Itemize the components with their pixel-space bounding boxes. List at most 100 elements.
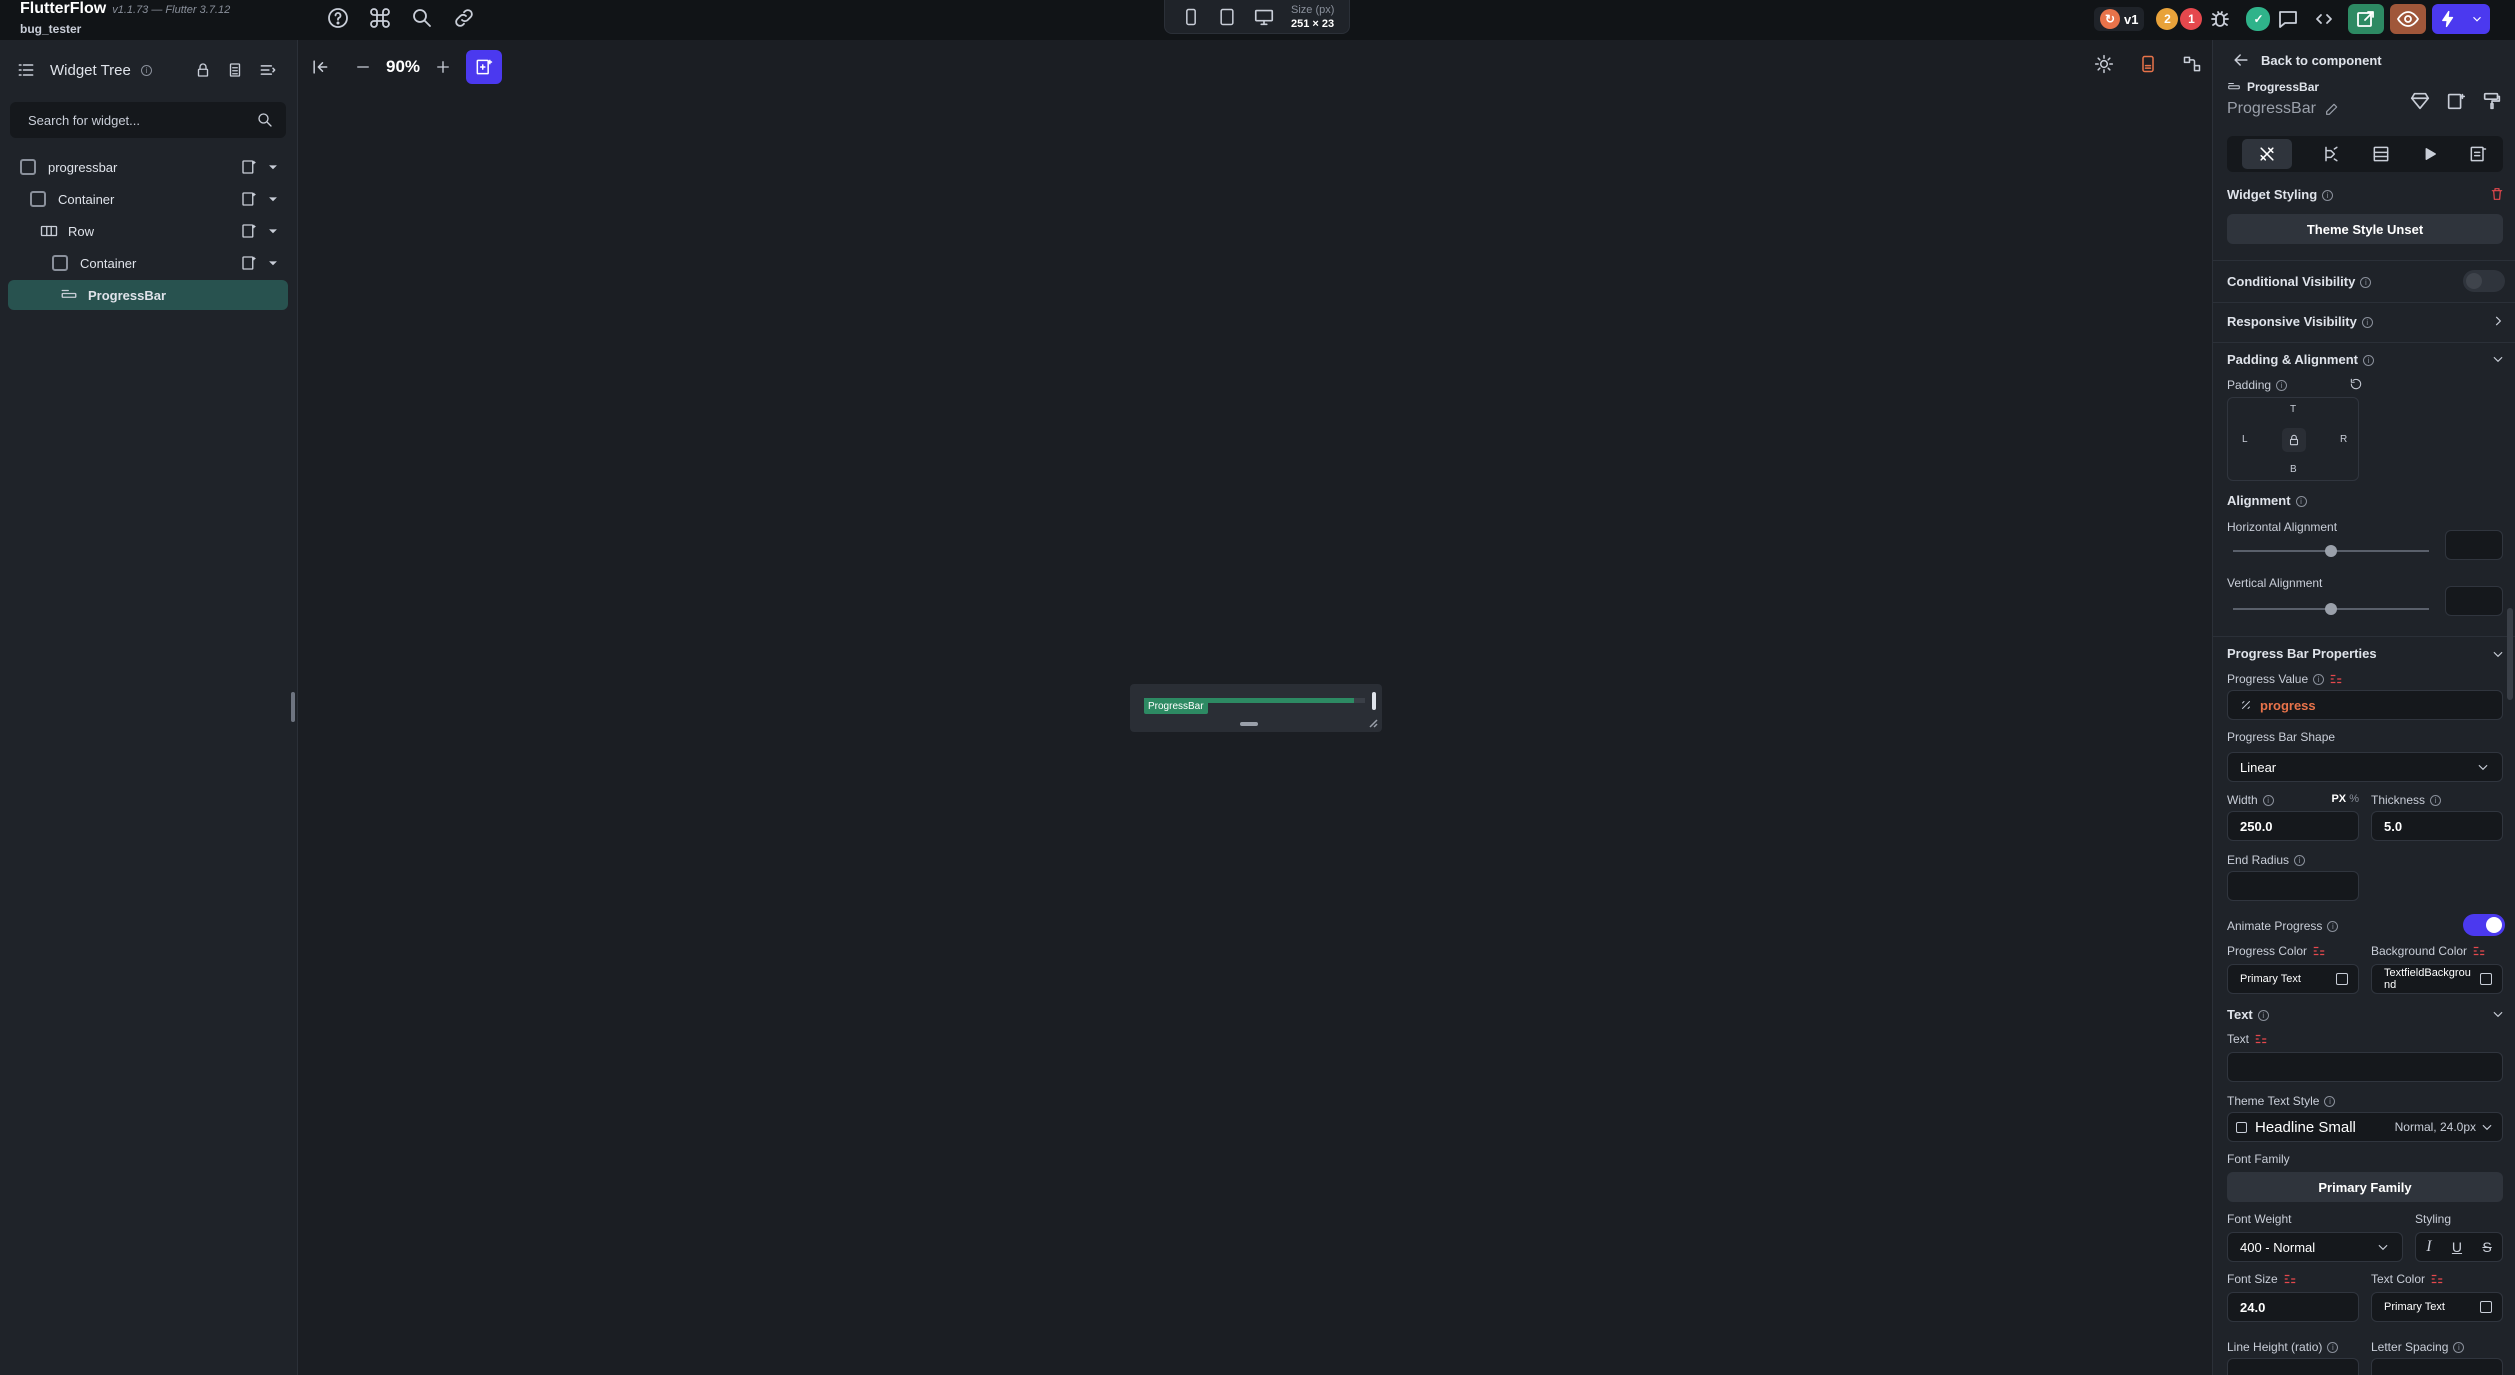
gem-icon[interactable] xyxy=(2409,90,2431,112)
color-swatch[interactable] xyxy=(2480,973,2492,985)
layout-icon[interactable] xyxy=(2182,54,2202,74)
end-radius-field[interactable] xyxy=(2227,871,2359,901)
bug-icon[interactable] xyxy=(2208,7,2232,31)
clear-variable-icon[interactable] xyxy=(2240,699,2252,711)
width-field[interactable]: 250.0 xyxy=(2227,811,2359,841)
tab-backend-icon[interactable] xyxy=(2371,144,2391,164)
theme-text-style-select[interactable]: Headline Small Normal, 24.0px xyxy=(2227,1112,2503,1142)
variable-icon[interactable] xyxy=(2283,1273,2297,1285)
info-icon[interactable]: i xyxy=(2294,854,2306,866)
resize-handle-right[interactable] xyxy=(1372,692,1376,710)
reset-icon[interactable] xyxy=(2349,377,2363,391)
letter-spacing-field[interactable] xyxy=(2371,1358,2503,1375)
collapse-icon[interactable] xyxy=(258,60,278,80)
progress-bar-properties-header[interactable]: Progress Bar Properties xyxy=(2227,646,2505,661)
tree-item-progressbar[interactable]: progressbar xyxy=(8,152,288,182)
font-size-field[interactable]: 24.0 xyxy=(2227,1292,2359,1322)
widget-search[interactable] xyxy=(10,102,286,138)
search-icon[interactable] xyxy=(410,6,434,30)
info-icon[interactable]: i xyxy=(2324,1095,2336,1107)
padding-left[interactable]: L xyxy=(2242,434,2248,445)
conditional-visibility-toggle[interactable] xyxy=(2463,270,2505,292)
unit-percent[interactable]: % xyxy=(2349,793,2359,805)
variable-icon[interactable] xyxy=(2430,1273,2444,1285)
add-widget-icon[interactable] xyxy=(240,158,258,176)
italic-icon[interactable]: I xyxy=(2426,1238,2431,1256)
collapse-panel-icon[interactable] xyxy=(310,57,330,77)
project-name[interactable]: bug_tester xyxy=(20,22,230,36)
info-icon[interactable]: i xyxy=(2361,316,2373,328)
link-icon[interactable] xyxy=(452,6,476,30)
lock-icon[interactable] xyxy=(194,61,212,79)
info-icon[interactable]: i xyxy=(2453,1341,2465,1353)
info-icon[interactable]: i xyxy=(2327,1341,2339,1353)
chevron-down-icon[interactable] xyxy=(268,194,278,204)
run-button[interactable] xyxy=(2432,4,2491,34)
padding-top[interactable]: T xyxy=(2290,404,2296,415)
tablet-icon[interactable] xyxy=(1217,7,1237,27)
theme-style-button[interactable]: Theme Style Unset xyxy=(2227,214,2503,244)
progress-color-field[interactable]: Primary Text xyxy=(2227,964,2359,994)
phone-icon[interactable] xyxy=(1181,7,1201,27)
preview-button[interactable] xyxy=(2390,4,2427,34)
list-icon[interactable] xyxy=(226,61,244,79)
text-color-field[interactable]: Primary Text xyxy=(2371,1292,2503,1322)
code-button[interactable] xyxy=(2306,4,2342,34)
text-field[interactable] xyxy=(2227,1052,2503,1082)
chevron-down-icon[interactable] xyxy=(268,162,278,172)
share-button[interactable] xyxy=(2348,4,2385,34)
zoom-in-icon[interactable] xyxy=(434,58,452,76)
tree-item-container[interactable]: Container xyxy=(8,184,288,214)
add-widget-icon[interactable] xyxy=(240,222,258,240)
info-icon[interactable]: i xyxy=(2257,1009,2269,1021)
animate-progress-toggle[interactable] xyxy=(2463,914,2505,936)
line-height-field[interactable] xyxy=(2227,1358,2359,1375)
progress-bar-shape-select[interactable]: Linear xyxy=(2227,752,2503,782)
help-icon[interactable] xyxy=(326,6,350,30)
padding-lock[interactable] xyxy=(2282,428,2306,452)
responsive-visibility[interactable]: Responsive Visibility i xyxy=(2227,313,2505,329)
font-family-button[interactable]: Primary Family xyxy=(2227,1172,2503,1202)
background-color-field[interactable]: TextfieldBackground xyxy=(2371,964,2503,994)
desktop-icon[interactable] xyxy=(1253,6,1275,28)
progress-value-field[interactable]: progress xyxy=(2227,690,2503,720)
tab-animation-icon[interactable] xyxy=(2421,145,2439,163)
sun-icon[interactable] xyxy=(2094,54,2114,74)
strikethrough-icon[interactable]: S xyxy=(2482,1239,2491,1255)
chevron-down-icon[interactable] xyxy=(268,258,278,268)
info-icon[interactable]: i xyxy=(2362,354,2374,366)
horizontal-alignment-slider[interactable] xyxy=(2233,545,2429,557)
info-icon[interactable]: i xyxy=(2430,794,2442,806)
variable-icon[interactable] xyxy=(2329,673,2343,685)
command-icon[interactable] xyxy=(368,6,392,30)
panel-scrollbar[interactable] xyxy=(2507,608,2513,700)
chat-icon[interactable] xyxy=(2276,7,2300,31)
font-weight-select[interactable]: 400 - Normal xyxy=(2227,1232,2403,1262)
splitter-handle[interactable] xyxy=(291,692,295,722)
info-icon[interactable]: i xyxy=(2313,673,2325,685)
variable-icon[interactable] xyxy=(2254,1033,2268,1045)
tab-docs-icon[interactable] xyxy=(2468,144,2488,164)
color-swatch[interactable] xyxy=(2336,973,2348,985)
panel-splitter[interactable] xyxy=(288,40,298,1375)
slider-thumb[interactable] xyxy=(2325,603,2337,615)
info-icon[interactable]: i xyxy=(140,64,152,76)
variable-icon[interactable] xyxy=(2472,945,2486,957)
chevron-down-icon[interactable] xyxy=(268,226,278,236)
info-icon[interactable]: i xyxy=(2360,276,2372,288)
tree-item-row[interactable]: Row xyxy=(8,216,288,246)
notifications[interactable]: 2 1 xyxy=(2156,8,2203,30)
wrap-widget-icon[interactable] xyxy=(2445,90,2467,112)
back-to-component[interactable]: Back to component xyxy=(2231,50,2382,70)
resize-handle-bottom[interactable] xyxy=(1240,722,1258,726)
tree-item-progressbar-widget[interactable]: ProgressBar xyxy=(8,280,288,310)
check-icon[interactable]: ✓ xyxy=(2246,7,2271,31)
component-preview[interactable]: ProgressBar xyxy=(1130,684,1382,732)
vertical-alignment-input[interactable] xyxy=(2445,586,2503,616)
edit-icon[interactable] xyxy=(2324,101,2340,117)
tree-item-container-inner[interactable]: Container xyxy=(8,248,288,278)
variable-icon[interactable] xyxy=(2312,945,2326,957)
padding-right[interactable]: R xyxy=(2340,434,2347,445)
version-button[interactable]: ↻ v1 xyxy=(2094,7,2145,31)
zoom-level[interactable]: 90% xyxy=(386,57,420,77)
